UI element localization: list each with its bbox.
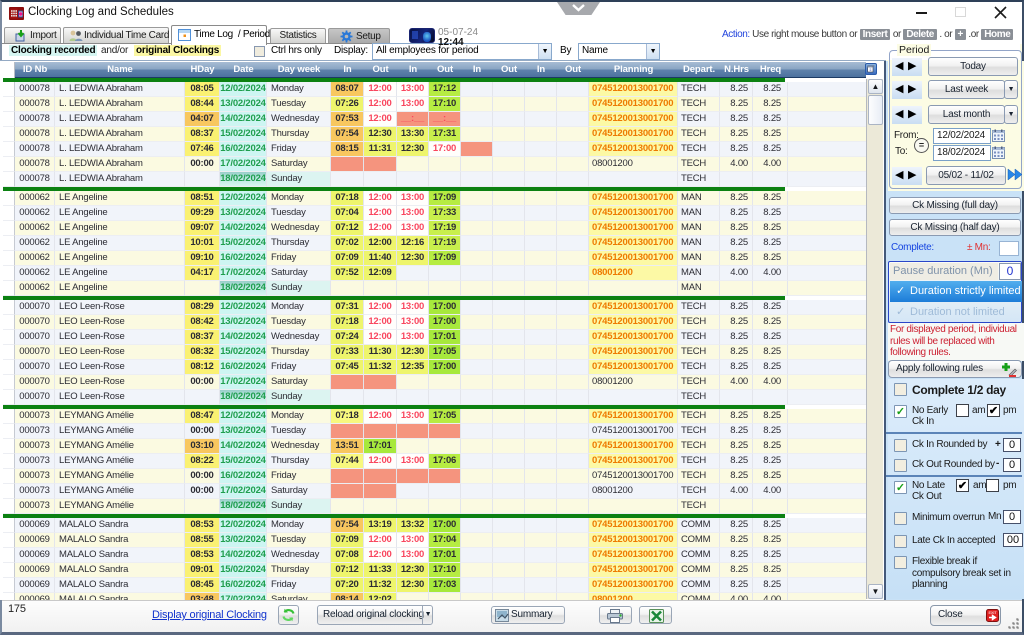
svg-text:EXIT: EXIT — [988, 610, 997, 615]
